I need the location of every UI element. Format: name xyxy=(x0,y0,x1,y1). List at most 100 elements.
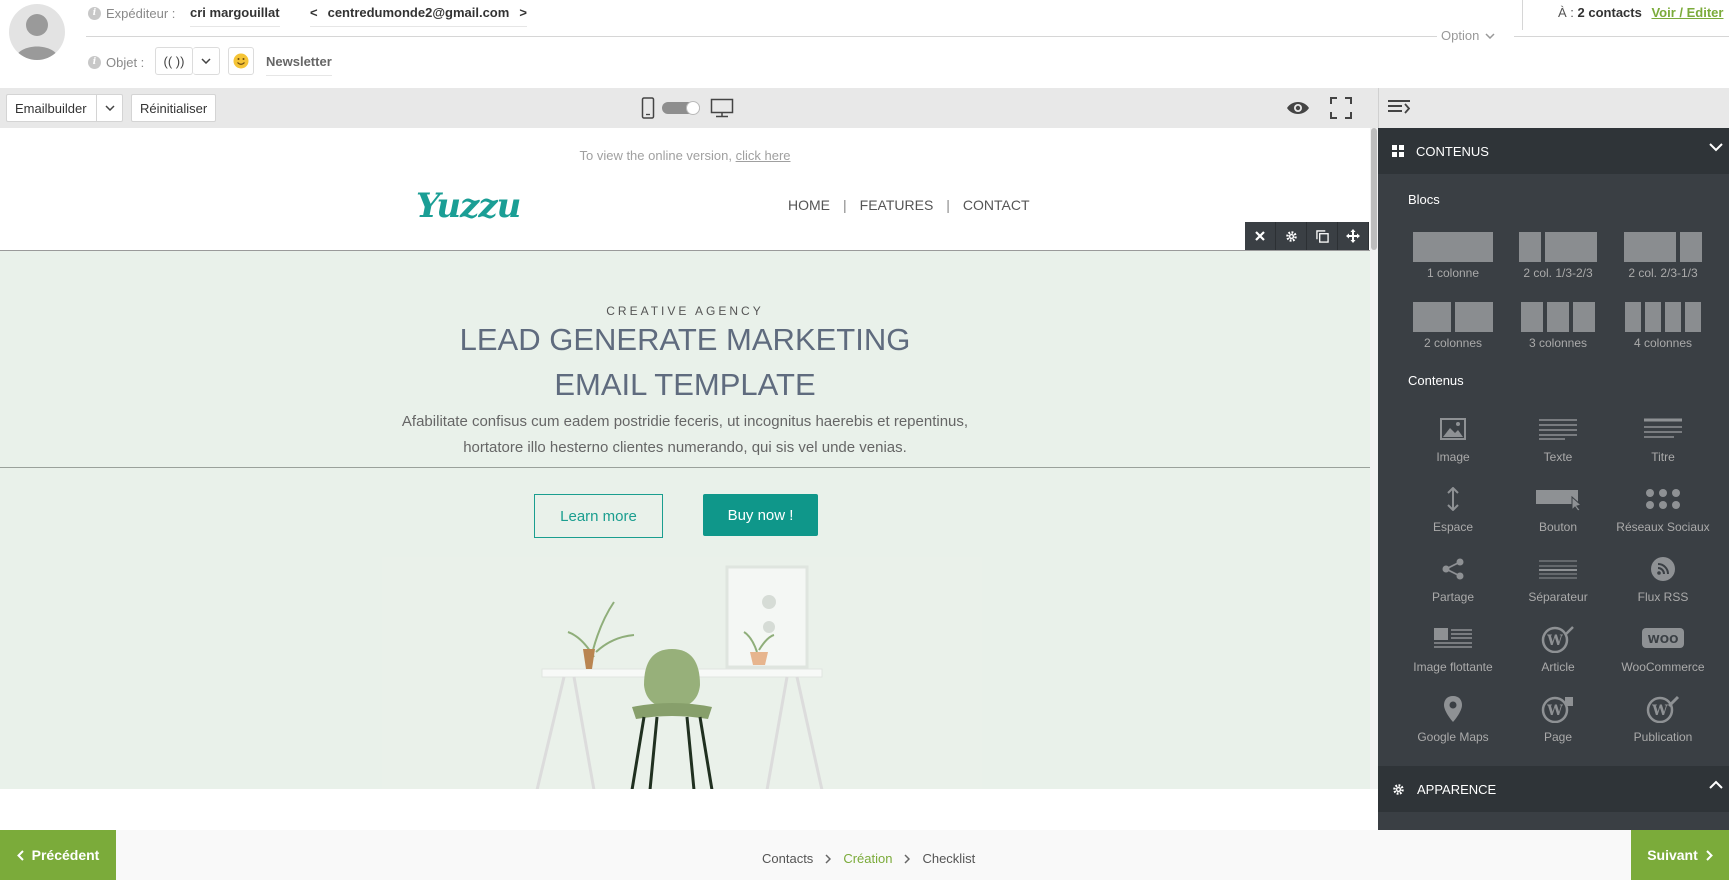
avatar-icon xyxy=(15,14,59,60)
block-selection-line xyxy=(0,467,1370,468)
svg-text:W: W xyxy=(1546,633,1563,649)
smiley-icon xyxy=(233,53,249,69)
scrollbar-thumb[interactable] xyxy=(1371,128,1377,250)
editor-toolbar: Emailbuilder Réinitialiser xyxy=(0,88,1378,128)
social-icon xyxy=(1646,489,1680,509)
delete-block-button[interactable] xyxy=(1245,222,1276,250)
chevron-down-icon xyxy=(1485,32,1495,39)
contents-section-header[interactable]: CONTENUS xyxy=(1378,128,1729,174)
share-icon xyxy=(1442,558,1464,580)
reset-button[interactable]: Réinitialiser xyxy=(131,94,217,122)
layout-2-columns[interactable]: 2 colonnes xyxy=(1403,302,1503,350)
edit-recipients-link[interactable]: Voir / Editer xyxy=(1651,5,1723,20)
wordpress-page-icon: W xyxy=(1541,696,1573,723)
email-canvas: To view the online version, click here Y… xyxy=(0,128,1370,789)
preview-eye-icon[interactable] xyxy=(1286,100,1310,116)
buy-now-button[interactable]: Buy now ! xyxy=(703,494,818,536)
device-toggle[interactable] xyxy=(662,101,700,115)
grid-icon xyxy=(1392,145,1404,157)
nav-separator: | xyxy=(843,197,847,213)
close-icon xyxy=(1255,231,1265,241)
content-image[interactable]: Image xyxy=(1403,412,1503,464)
contents-title: Contenus xyxy=(1408,373,1464,388)
personalize-dropdown[interactable] xyxy=(193,47,220,75)
wordpress-article-icon: W xyxy=(1541,626,1574,653)
hero-title: LEAD GENERATE MARKETING EMAIL TEMPLATE xyxy=(459,322,911,402)
content-share[interactable]: Partage xyxy=(1403,552,1503,604)
learn-more-button[interactable]: Learn more xyxy=(534,494,663,538)
content-page[interactable]: W Page xyxy=(1508,692,1608,744)
subject-input[interactable]: Newsletter xyxy=(266,54,332,76)
chevron-right-icon xyxy=(825,853,832,864)
content-article[interactable]: W Article xyxy=(1508,622,1608,674)
block-settings-button[interactable] xyxy=(1276,222,1307,250)
layout-2-col-1-3-2-3[interactable]: 2 col. 1/3-2/3 xyxy=(1508,232,1608,280)
divider xyxy=(1514,36,1729,37)
floating-image-icon xyxy=(1434,628,1472,648)
space-icon xyxy=(1447,487,1459,511)
sender-name-field[interactable]: cri margouillat xyxy=(190,5,280,27)
option-dropdown[interactable]: Option xyxy=(1437,28,1500,43)
content-text[interactable]: Texte xyxy=(1508,412,1608,464)
info-icon: i xyxy=(88,56,101,69)
nav-home-link[interactable]: HOME xyxy=(788,197,830,213)
wordpress-publication-icon: W xyxy=(1646,695,1680,723)
chevron-right-icon xyxy=(904,853,911,864)
content-separator[interactable]: Séparateur xyxy=(1508,552,1608,604)
builder-panel: CONTENUS Blocs 1 colonne 2 col. 1/3-2/3 … xyxy=(1378,128,1729,830)
nav-contact-link[interactable]: CONTACT xyxy=(963,197,1030,213)
content-floating-image[interactable]: Image flottante xyxy=(1403,622,1503,674)
step-creation[interactable]: Création xyxy=(843,851,892,866)
hero-paragraph: Afabilitate confisus cum eadem postridie… xyxy=(401,413,969,456)
content-space[interactable]: Espace xyxy=(1403,482,1503,534)
step-checklist[interactable]: Checklist xyxy=(922,851,975,866)
separator-icon xyxy=(1539,560,1577,579)
svg-text:W: W xyxy=(1651,703,1668,719)
move-block-button[interactable] xyxy=(1338,222,1369,250)
content-woocommerce[interactable]: WOO WooCommerce xyxy=(1613,622,1713,674)
layout-4-columns[interactable]: 4 colonnes xyxy=(1613,302,1713,350)
content-social[interactable]: Réseaux Sociaux xyxy=(1613,482,1713,534)
gear-icon xyxy=(1393,783,1404,795)
layout-2-col-2-3-1-3[interactable]: 2 col. 2/3-1/3 xyxy=(1613,232,1713,280)
next-button[interactable]: Suivant xyxy=(1631,830,1729,880)
svg-text:WOO: WOO xyxy=(1648,633,1679,646)
mobile-icon[interactable] xyxy=(641,97,655,119)
desktop-icon[interactable] xyxy=(710,98,734,118)
chevron-up-icon xyxy=(1709,780,1723,789)
nav-separator: | xyxy=(946,197,950,213)
content-publication[interactable]: W Publication xyxy=(1613,692,1713,744)
online-version-link[interactable]: click here xyxy=(736,148,791,163)
svg-text:W: W xyxy=(1546,703,1563,719)
layout-1-column[interactable]: 1 colonne xyxy=(1403,232,1503,280)
content-google-maps[interactable]: Google Maps xyxy=(1403,692,1503,744)
hero-image xyxy=(382,557,982,789)
email-logo: Yuzzu xyxy=(416,186,521,226)
personalize-button[interactable]: (( )) xyxy=(155,47,193,75)
content-rss[interactable]: Flux RSS xyxy=(1613,552,1713,604)
block-tools xyxy=(1245,222,1369,250)
builder-select[interactable]: Emailbuilder xyxy=(6,94,123,122)
emoji-button[interactable] xyxy=(228,47,254,75)
toggle-knob xyxy=(686,101,700,115)
subject-label: i Objet : xyxy=(88,55,144,70)
chevron-left-icon xyxy=(16,849,24,861)
woocommerce-icon: WOO xyxy=(1642,628,1684,648)
previous-button[interactable]: Précédent xyxy=(0,830,116,880)
canvas-scrollbar[interactable] xyxy=(1370,128,1378,789)
appearance-section-header[interactable]: APPARENCE xyxy=(1378,766,1729,812)
online-version-text: To view the online version, click here xyxy=(579,148,791,163)
step-contacts[interactable]: Contacts xyxy=(762,851,813,866)
button-icon xyxy=(1536,490,1582,511)
divider xyxy=(1522,0,1523,30)
content-title[interactable]: Titre xyxy=(1613,412,1713,464)
layout-3-columns[interactable]: 3 colonnes xyxy=(1508,302,1608,350)
nav-features-link[interactable]: FEATURES xyxy=(860,197,934,213)
fullscreen-icon[interactable] xyxy=(1330,97,1352,119)
chevron-down-icon xyxy=(201,58,211,64)
panel-collapse-icon[interactable] xyxy=(1388,99,1410,115)
duplicate-block-button[interactable] xyxy=(1307,222,1338,250)
sender-email-field[interactable]: < centredumonde2@gmail.com > xyxy=(310,5,527,27)
content-button[interactable]: Bouton xyxy=(1508,482,1608,534)
builder-dropdown[interactable] xyxy=(96,95,122,121)
